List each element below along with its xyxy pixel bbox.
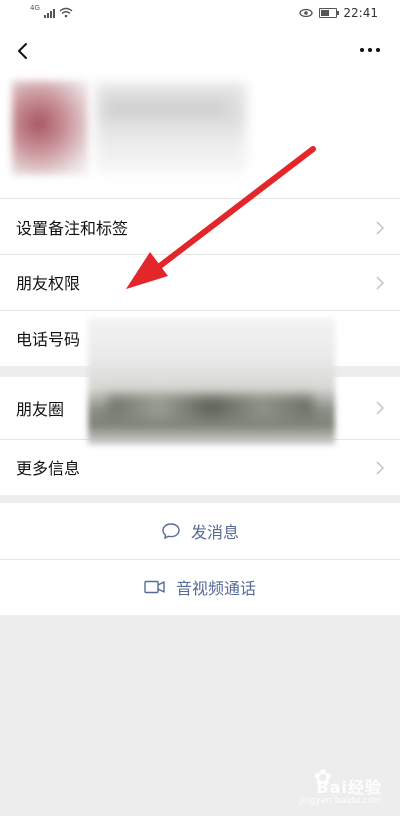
- watermark-brand: Bai经验: [316, 778, 382, 797]
- status-bar: 4G 22:41: [0, 0, 400, 28]
- status-left: 4G: [30, 4, 73, 18]
- row-label: 朋友权限: [16, 274, 81, 293]
- chevron-right-icon: [376, 276, 384, 290]
- row-label: 更多信息: [16, 459, 81, 478]
- row-label: 设置备注和标签: [16, 218, 129, 238]
- row-remarks-tags[interactable]: 设置备注和标签: [0, 198, 400, 254]
- back-arrow-icon[interactable]: [12, 36, 42, 66]
- chevron-right-icon: [376, 401, 384, 415]
- baidu-watermark: ✿ Bai经验 jingyan.baidu.com: [272, 764, 382, 810]
- chat-bubble-icon: [162, 523, 180, 540]
- video-call-button[interactable]: 音视频通话: [0, 559, 400, 615]
- clock: 22:41: [343, 6, 378, 20]
- signal-icon: [43, 6, 55, 18]
- network-type: 4G: [30, 4, 40, 12]
- profile-name-blurred: [96, 83, 246, 173]
- privacy-blur-overlay: [88, 318, 335, 445]
- video-call-label: 音视频通话: [175, 579, 256, 598]
- profile-header: [0, 28, 400, 198]
- send-message-button[interactable]: 发消息: [0, 503, 400, 559]
- chevron-right-icon: [376, 461, 384, 475]
- avatar[interactable]: [12, 81, 88, 175]
- row-more-info[interactable]: 更多信息: [0, 439, 400, 495]
- more-options-icon[interactable]: [358, 40, 382, 60]
- status-right: 22:41: [299, 6, 378, 20]
- send-message-label: 发消息: [190, 523, 239, 542]
- battery-icon: [319, 8, 340, 18]
- wifi-icon: [59, 7, 73, 17]
- row-label: 朋友圈: [16, 400, 65, 419]
- action-group: 发消息 音视频通话: [0, 503, 400, 615]
- video-camera-icon: [144, 580, 165, 594]
- eye-icon: [299, 8, 314, 18]
- chevron-right-icon: [376, 221, 384, 235]
- row-friend-permissions[interactable]: 朋友权限: [0, 254, 400, 310]
- row-label: 电话号码: [16, 330, 81, 349]
- watermark-url: jingyan.baidu.com: [298, 796, 382, 806]
